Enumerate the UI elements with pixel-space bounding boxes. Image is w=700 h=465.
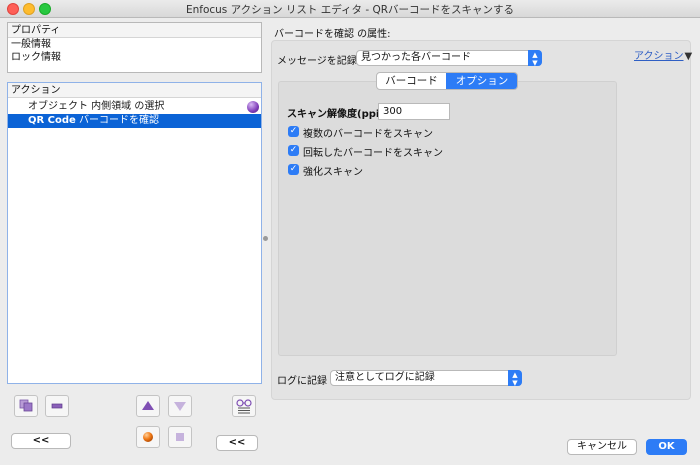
cancel-button[interactable]: キャンセル — [567, 439, 637, 455]
action-label: オブジェクト 内側領域 の選択 — [28, 101, 165, 112]
duplicate-action-button[interactable] — [14, 395, 38, 417]
detail-title: バーコードを確認 の属性: — [274, 29, 391, 40]
log-label: ログに記録 — [277, 376, 327, 387]
ok-button[interactable]: OK — [646, 439, 687, 455]
tab-barcode[interactable]: バーコード — [377, 73, 446, 89]
resolution-label: スキャン解像度(ppi): — [287, 109, 388, 120]
action-label-rest: バーコードを確認 — [75, 115, 160, 126]
option-rotated-label: 回転したバーコードをスキャン — [303, 148, 443, 159]
orange-ball-icon — [143, 432, 153, 442]
collapse-left-button[interactable]: << — [11, 433, 71, 449]
tab-control: バーコード オプション — [376, 72, 518, 90]
triangle-down-icon — [174, 402, 186, 411]
window-titlebar: Enfocus アクション リスト エディタ - QRバーコードをスキャンする — [0, 0, 700, 18]
move-down-button[interactable] — [168, 395, 192, 417]
run-action-button[interactable] — [136, 426, 160, 448]
action-help-link[interactable]: アクション▼ — [634, 47, 692, 62]
collapse-right-button[interactable]: << — [216, 435, 258, 451]
remove-action-button[interactable] — [45, 395, 69, 417]
option-multiple-label: 複数のバーコードをスキャン — [303, 129, 433, 140]
actions-header: アクション — [8, 83, 261, 98]
properties-item-lock[interactable]: ロック情報 — [8, 51, 261, 64]
properties-panel: プロパティ 一般情報 ロック情報 — [7, 22, 262, 73]
triangle-up-icon — [142, 401, 154, 410]
caret-down-icon: ▼ — [684, 51, 693, 62]
stop-action-button[interactable] — [168, 426, 192, 448]
message-label: メッセージを記録 — [277, 56, 357, 67]
options-panel — [278, 81, 617, 356]
tab-options[interactable]: オプション — [446, 73, 517, 89]
checkbox-enhanced[interactable]: ✓ — [288, 164, 299, 175]
glasses-icon — [236, 399, 252, 414]
checkbox-rotated[interactable]: ✓ — [288, 145, 299, 156]
chevron-updown-icon: ▲ ▼ — [528, 50, 542, 67]
properties-header: プロパティ — [8, 23, 261, 38]
log-select[interactable]: 注意としてログに記録 ▲ ▼ — [330, 370, 522, 387]
minus-icon — [51, 403, 63, 409]
window-title: Enfocus アクション リスト エディタ - QRバーコードをスキャンする — [185, 4, 515, 16]
action-help-label: アクション — [634, 51, 684, 62]
action-status-orb-icon — [247, 101, 259, 113]
action-row-qr-check[interactable]: QR Code バーコードを確認 — [8, 114, 261, 128]
duplicate-icon — [19, 399, 33, 412]
actions-panel: アクション オブジェクト 内側領域 の選択 QR Code バーコードを確認 — [7, 82, 262, 384]
checkbox-multiple[interactable]: ✓ — [288, 126, 299, 137]
properties-item-general[interactable]: 一般情報 — [8, 38, 261, 51]
message-select-value: 見つかった各バーコード — [361, 52, 471, 63]
splitter-handle[interactable] — [263, 236, 268, 241]
inspect-button[interactable] — [232, 395, 256, 417]
square-icon — [176, 433, 184, 441]
move-up-button[interactable] — [136, 395, 160, 417]
action-row-select-object[interactable]: オブジェクト 内側領域 の選択 — [8, 100, 261, 114]
message-select[interactable]: 見つかった各バーコード ▲ ▼ — [356, 50, 542, 67]
action-label-bold: QR Code — [28, 115, 76, 126]
log-select-value: 注意としてログに記録 — [335, 372, 435, 383]
chevron-updown-icon: ▲ ▼ — [508, 370, 522, 387]
option-enhanced-label: 強化スキャン — [303, 167, 363, 178]
resolution-input[interactable]: 300 — [378, 103, 450, 120]
